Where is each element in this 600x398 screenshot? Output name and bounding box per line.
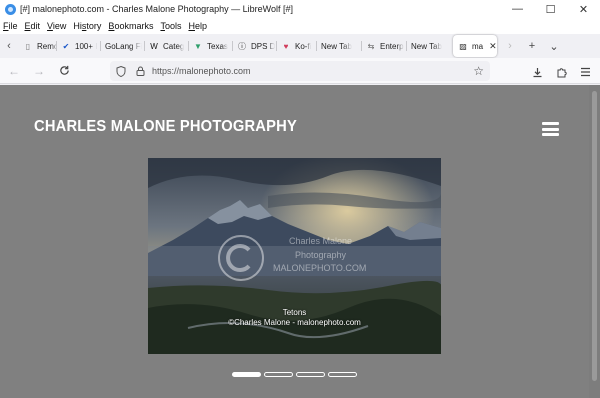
shield-icon[interactable] (113, 65, 129, 77)
extensions-button[interactable] (550, 61, 572, 83)
browser-tab[interactable]: ▼ Texas (188, 35, 232, 57)
window-title: [#] malonephoto.com - Charles Malone Pho… (20, 4, 293, 14)
caption-credit: ©Charles Malone - malonephoto.com (228, 318, 361, 327)
slide-indicator-3[interactable] (296, 372, 325, 377)
watermark-photography: Photography (295, 250, 347, 260)
site-icon: ▨ (459, 41, 467, 51)
slide-indicator-4[interactable] (328, 372, 357, 377)
site-title[interactable]: CHARLES MALONE PHOTOGRAPHY (34, 118, 297, 136)
window-controls: — ☐ ✕ (501, 0, 600, 18)
menu-tools[interactable]: Tools (160, 21, 181, 31)
photo-watermark: Charles Malone Photography MALONEPHOTO.C… (215, 228, 375, 288)
back-button[interactable]: ← (3, 60, 25, 82)
app-menu-button[interactable] (574, 61, 596, 83)
toolbar-right (524, 61, 596, 83)
menu-help[interactable]: Help (188, 21, 207, 31)
close-tab-icon[interactable]: ✕ (489, 41, 497, 52)
browser-tab[interactable]: New Tab (406, 35, 451, 57)
scrollbar-thumb[interactable] (592, 91, 597, 381)
tab-label: Enterp (380, 41, 404, 51)
menu-view[interactable]: View (47, 21, 66, 31)
tab-label: ma (472, 41, 484, 51)
librewolf-icon (5, 3, 16, 15)
close-window-button[interactable]: ✕ (567, 0, 600, 18)
browser-tab[interactable]: ▯ Remo (18, 35, 56, 57)
list-all-tabs-button[interactable]: ⌄ (543, 34, 565, 58)
mug-icon: ♥ (283, 41, 289, 51)
bookmark-icon: ▯ (25, 41, 31, 51)
hamburger-menu-icon[interactable] (542, 122, 559, 136)
page-viewport: CHARLES MALONE PHOTOGRAPHY Charles Malon… (0, 85, 589, 398)
tab-label: 100+ I (75, 41, 98, 51)
lock-icon[interactable] (132, 66, 148, 76)
browser-tab[interactable]: ⓘ DPS D (232, 35, 276, 57)
menu-icon (580, 67, 590, 77)
check-icon: ✔ (62, 41, 70, 51)
menu-bar: File Edit View History Bookmarks Tools Help (0, 18, 600, 34)
navigation-toolbar: ← → https://malonephoto.com ☆ (0, 58, 600, 84)
menu-edit[interactable]: Edit (25, 21, 41, 31)
slide-caption: Tetons ©Charles Malone - malonephoto.com (148, 308, 441, 328)
caption-title: Tetons (282, 308, 307, 317)
tab-label: GoLang Fi (105, 41, 143, 51)
tab-label: New Tab (321, 41, 352, 51)
tab-scroll-right-button[interactable]: › (499, 34, 521, 58)
browser-tab[interactable]: ✔ 100+ I (56, 35, 100, 57)
tab-scroll-left-button[interactable]: ‹ (0, 34, 18, 58)
browser-tab[interactable]: ▨ ma ✕ (453, 35, 497, 57)
menu-history[interactable]: History (73, 21, 101, 31)
reload-button[interactable] (53, 60, 75, 82)
tab-label: DPS D (251, 41, 276, 51)
tab-label: Texas (207, 41, 228, 51)
watermark-name: Charles Malone (289, 236, 353, 246)
slide-indicator-1[interactable] (232, 372, 261, 377)
tab-label: Remo (37, 41, 56, 51)
tab-label: Ko-fi (295, 41, 312, 51)
w-icon: W (150, 41, 158, 51)
new-tab-button[interactable]: + (521, 34, 543, 58)
copyright-watermark-icon (218, 235, 264, 281)
menu-bookmarks[interactable]: Bookmarks (108, 21, 153, 31)
browser-tab[interactable]: ♥ Ko-fi (276, 35, 316, 57)
tab-strip: ‹ ▯ Remo ✔ 100+ I GoLang Fi W Categ ▼ Texas ⓘ DPS … (0, 34, 600, 58)
menu-file[interactable]: File (3, 21, 18, 31)
minimize-button[interactable]: — (501, 0, 534, 18)
maximize-button[interactable]: ☐ (534, 0, 567, 18)
url-text[interactable]: https://malonephoto.com (152, 66, 251, 76)
window-titlebar: [#] malonephoto.com - Charles Malone Pho… (0, 0, 600, 18)
page-scrollbar[interactable] (589, 85, 600, 398)
tab-label: New Tab (411, 41, 442, 51)
info-icon: ⓘ (238, 41, 246, 51)
puzzle-icon (557, 67, 567, 77)
address-bar[interactable]: https://malonephoto.com ☆ (110, 61, 490, 81)
browser-tab[interactable]: ⇆ Enterp (361, 35, 406, 57)
bookmark-star-icon[interactable]: ☆ (473, 64, 484, 78)
slideshow-pagination (232, 372, 360, 377)
browser-tab[interactable]: New Tab (316, 35, 361, 57)
downloads-button[interactable] (526, 61, 548, 83)
browser-tab[interactable]: W Categ (144, 35, 188, 57)
tab-label: Categ (163, 41, 185, 51)
reload-icon (59, 65, 69, 75)
vue-icon: ▼ (194, 41, 202, 51)
download-icon (533, 67, 541, 77)
forward-button[interactable]: → (28, 60, 50, 82)
plug-icon: ⇆ (367, 41, 375, 51)
slide-indicator-2[interactable] (264, 372, 293, 377)
browser-tab[interactable]: GoLang Fi (100, 35, 144, 57)
watermark-domain: MALONEPHOTO.COM (273, 263, 367, 273)
